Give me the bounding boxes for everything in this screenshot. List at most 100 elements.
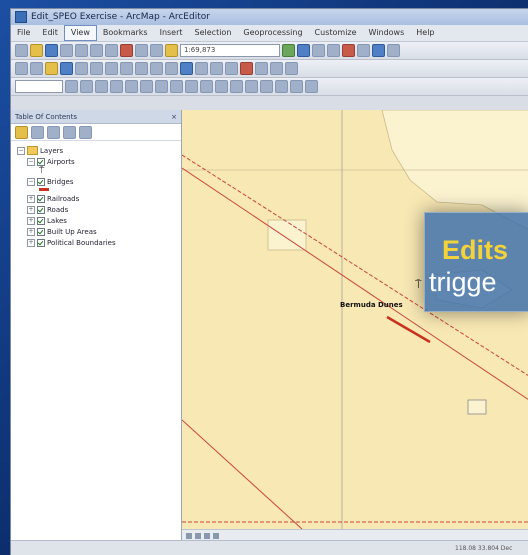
time-slider-icon[interactable]	[255, 62, 268, 75]
cut-icon[interactable]	[75, 44, 88, 57]
open-folder-icon[interactable]	[30, 44, 43, 57]
list-by-visibility-icon[interactable]	[47, 125, 60, 139]
back-extent-icon[interactable]	[105, 62, 118, 75]
identify-icon[interactable]	[180, 62, 193, 75]
attributes-icon[interactable]	[230, 80, 243, 93]
forward-extent-icon[interactable]	[120, 62, 133, 75]
list-by-source-icon[interactable]	[31, 125, 44, 139]
find-icon[interactable]	[195, 62, 208, 75]
layer-row-lakes[interactable]: + Lakes	[17, 215, 181, 226]
layer-row-bridges[interactable]: − Bridges	[17, 176, 181, 187]
zoom-out-icon[interactable]	[30, 62, 43, 75]
map-scale-combo[interactable]: 1:69,873	[180, 44, 280, 57]
pause-drawing-icon[interactable]	[213, 532, 219, 539]
visibility-checkbox[interactable]	[37, 227, 45, 236]
go-to-xy-icon[interactable]	[270, 62, 283, 75]
visibility-checkbox[interactable]	[37, 194, 45, 203]
select-features-icon[interactable]	[135, 62, 148, 75]
menu-edit[interactable]: Edit	[36, 26, 64, 40]
layer-group-row[interactable]: − Layers	[17, 145, 181, 156]
list-by-selection-icon[interactable]	[63, 125, 76, 139]
expand-icon[interactable]: +	[27, 194, 35, 203]
split-icon[interactable]	[200, 80, 213, 93]
undo-icon[interactable]	[135, 44, 148, 57]
cut-polygons-icon[interactable]	[185, 80, 198, 93]
visibility-checkbox[interactable]	[37, 238, 45, 247]
create-features-icon[interactable]	[260, 80, 273, 93]
point-icon[interactable]	[140, 80, 153, 93]
delete-icon[interactable]	[120, 44, 133, 57]
expand-icon[interactable]: +	[27, 205, 35, 214]
layer-row-political-boundaries[interactable]: + Political Boundaries	[17, 237, 181, 248]
edit-vertices-icon[interactable]	[155, 80, 168, 93]
menu-selection[interactable]: Selection	[189, 26, 238, 40]
html-popup-icon[interactable]	[240, 62, 253, 75]
clear-selection-icon[interactable]	[150, 62, 163, 75]
layer-label-airports[interactable]: Airports	[47, 158, 75, 166]
layer-row-roads[interactable]: + Roads	[17, 204, 181, 215]
layer-label-built-up-areas[interactable]: Built Up Areas	[47, 228, 97, 236]
fixed-zoom-out-icon[interactable]	[90, 62, 103, 75]
menu-windows[interactable]: Windows	[363, 26, 411, 40]
airport-feature-icon[interactable]: ⍑	[415, 279, 422, 290]
copy-icon[interactable]	[90, 44, 103, 57]
edit-annotation-icon[interactable]	[80, 80, 93, 93]
arctoolbox-icon[interactable]	[342, 44, 355, 57]
select-elements-icon[interactable]	[165, 62, 178, 75]
editor-toolbar-icon[interactable]	[282, 44, 295, 57]
model-builder-icon[interactable]	[372, 44, 385, 57]
redo-icon[interactable]	[150, 44, 163, 57]
rotate-icon[interactable]	[215, 80, 228, 93]
layer-label-political-boundaries[interactable]: Political Boundaries	[47, 239, 116, 247]
layer-row-railroads[interactable]: + Railroads	[17, 193, 181, 204]
layer-row-airports[interactable]: − Airports	[17, 156, 181, 167]
paste-icon[interactable]	[105, 44, 118, 57]
toc-close-icon[interactable]: ×	[171, 113, 177, 121]
python-icon[interactable]	[357, 44, 370, 57]
add-data-icon[interactable]	[165, 44, 178, 57]
new-icon[interactable]	[15, 44, 28, 57]
editor-menu[interactable]	[15, 80, 63, 93]
visibility-checkbox[interactable]	[37, 157, 45, 166]
fixed-zoom-in-icon[interactable]	[75, 62, 88, 75]
menu-customize[interactable]: Customize	[309, 26, 363, 40]
layer-label-bridges[interactable]: Bridges	[47, 178, 73, 186]
layer-label-roads[interactable]: Roads	[47, 206, 68, 214]
expand-icon[interactable]: +	[27, 216, 35, 225]
layer-label-lakes[interactable]: Lakes	[47, 217, 67, 225]
visibility-checkbox[interactable]	[37, 205, 45, 214]
layer-row-built-up-areas[interactable]: + Built Up Areas	[17, 226, 181, 237]
layer-group-label[interactable]: Layers	[40, 147, 63, 155]
measure-icon[interactable]	[210, 62, 223, 75]
menu-bookmarks[interactable]: Bookmarks	[97, 26, 154, 40]
straight-segment-icon[interactable]	[95, 80, 108, 93]
collapse-icon[interactable]: −	[27, 157, 35, 166]
topology-icon[interactable]	[275, 80, 288, 93]
data-view-icon[interactable]	[186, 532, 192, 539]
error-inspector-icon[interactable]	[305, 80, 318, 93]
search-window-icon[interactable]	[327, 44, 340, 57]
layout-view-icon[interactable]	[195, 532, 201, 539]
edit-tool-icon[interactable]	[65, 80, 78, 93]
validate-icon[interactable]	[290, 80, 303, 93]
visibility-checkbox[interactable]	[37, 177, 45, 186]
expand-icon[interactable]: +	[27, 238, 35, 247]
refresh-icon[interactable]	[204, 532, 210, 539]
expand-icon[interactable]: +	[27, 227, 35, 236]
map-canvas[interactable]	[182, 110, 528, 529]
layer-label-railroads[interactable]: Railroads	[47, 195, 79, 203]
reshape-icon[interactable]	[170, 80, 183, 93]
collapse-icon[interactable]: −	[17, 146, 25, 155]
map-view[interactable]: ⍑ Bermuda Dunes	[182, 110, 528, 529]
menu-file[interactable]: File	[11, 26, 36, 40]
menu-help[interactable]: Help	[410, 26, 440, 40]
end-point-arc-icon[interactable]	[110, 80, 123, 93]
visibility-checkbox[interactable]	[37, 216, 45, 225]
toc-options-icon[interactable]	[79, 125, 92, 139]
zoom-in-icon[interactable]	[15, 62, 28, 75]
viewer-icon[interactable]	[285, 62, 298, 75]
catalog-icon[interactable]	[312, 44, 325, 57]
print-icon[interactable]	[60, 44, 73, 57]
save-icon[interactable]	[45, 44, 58, 57]
menu-insert[interactable]: Insert	[154, 26, 189, 40]
